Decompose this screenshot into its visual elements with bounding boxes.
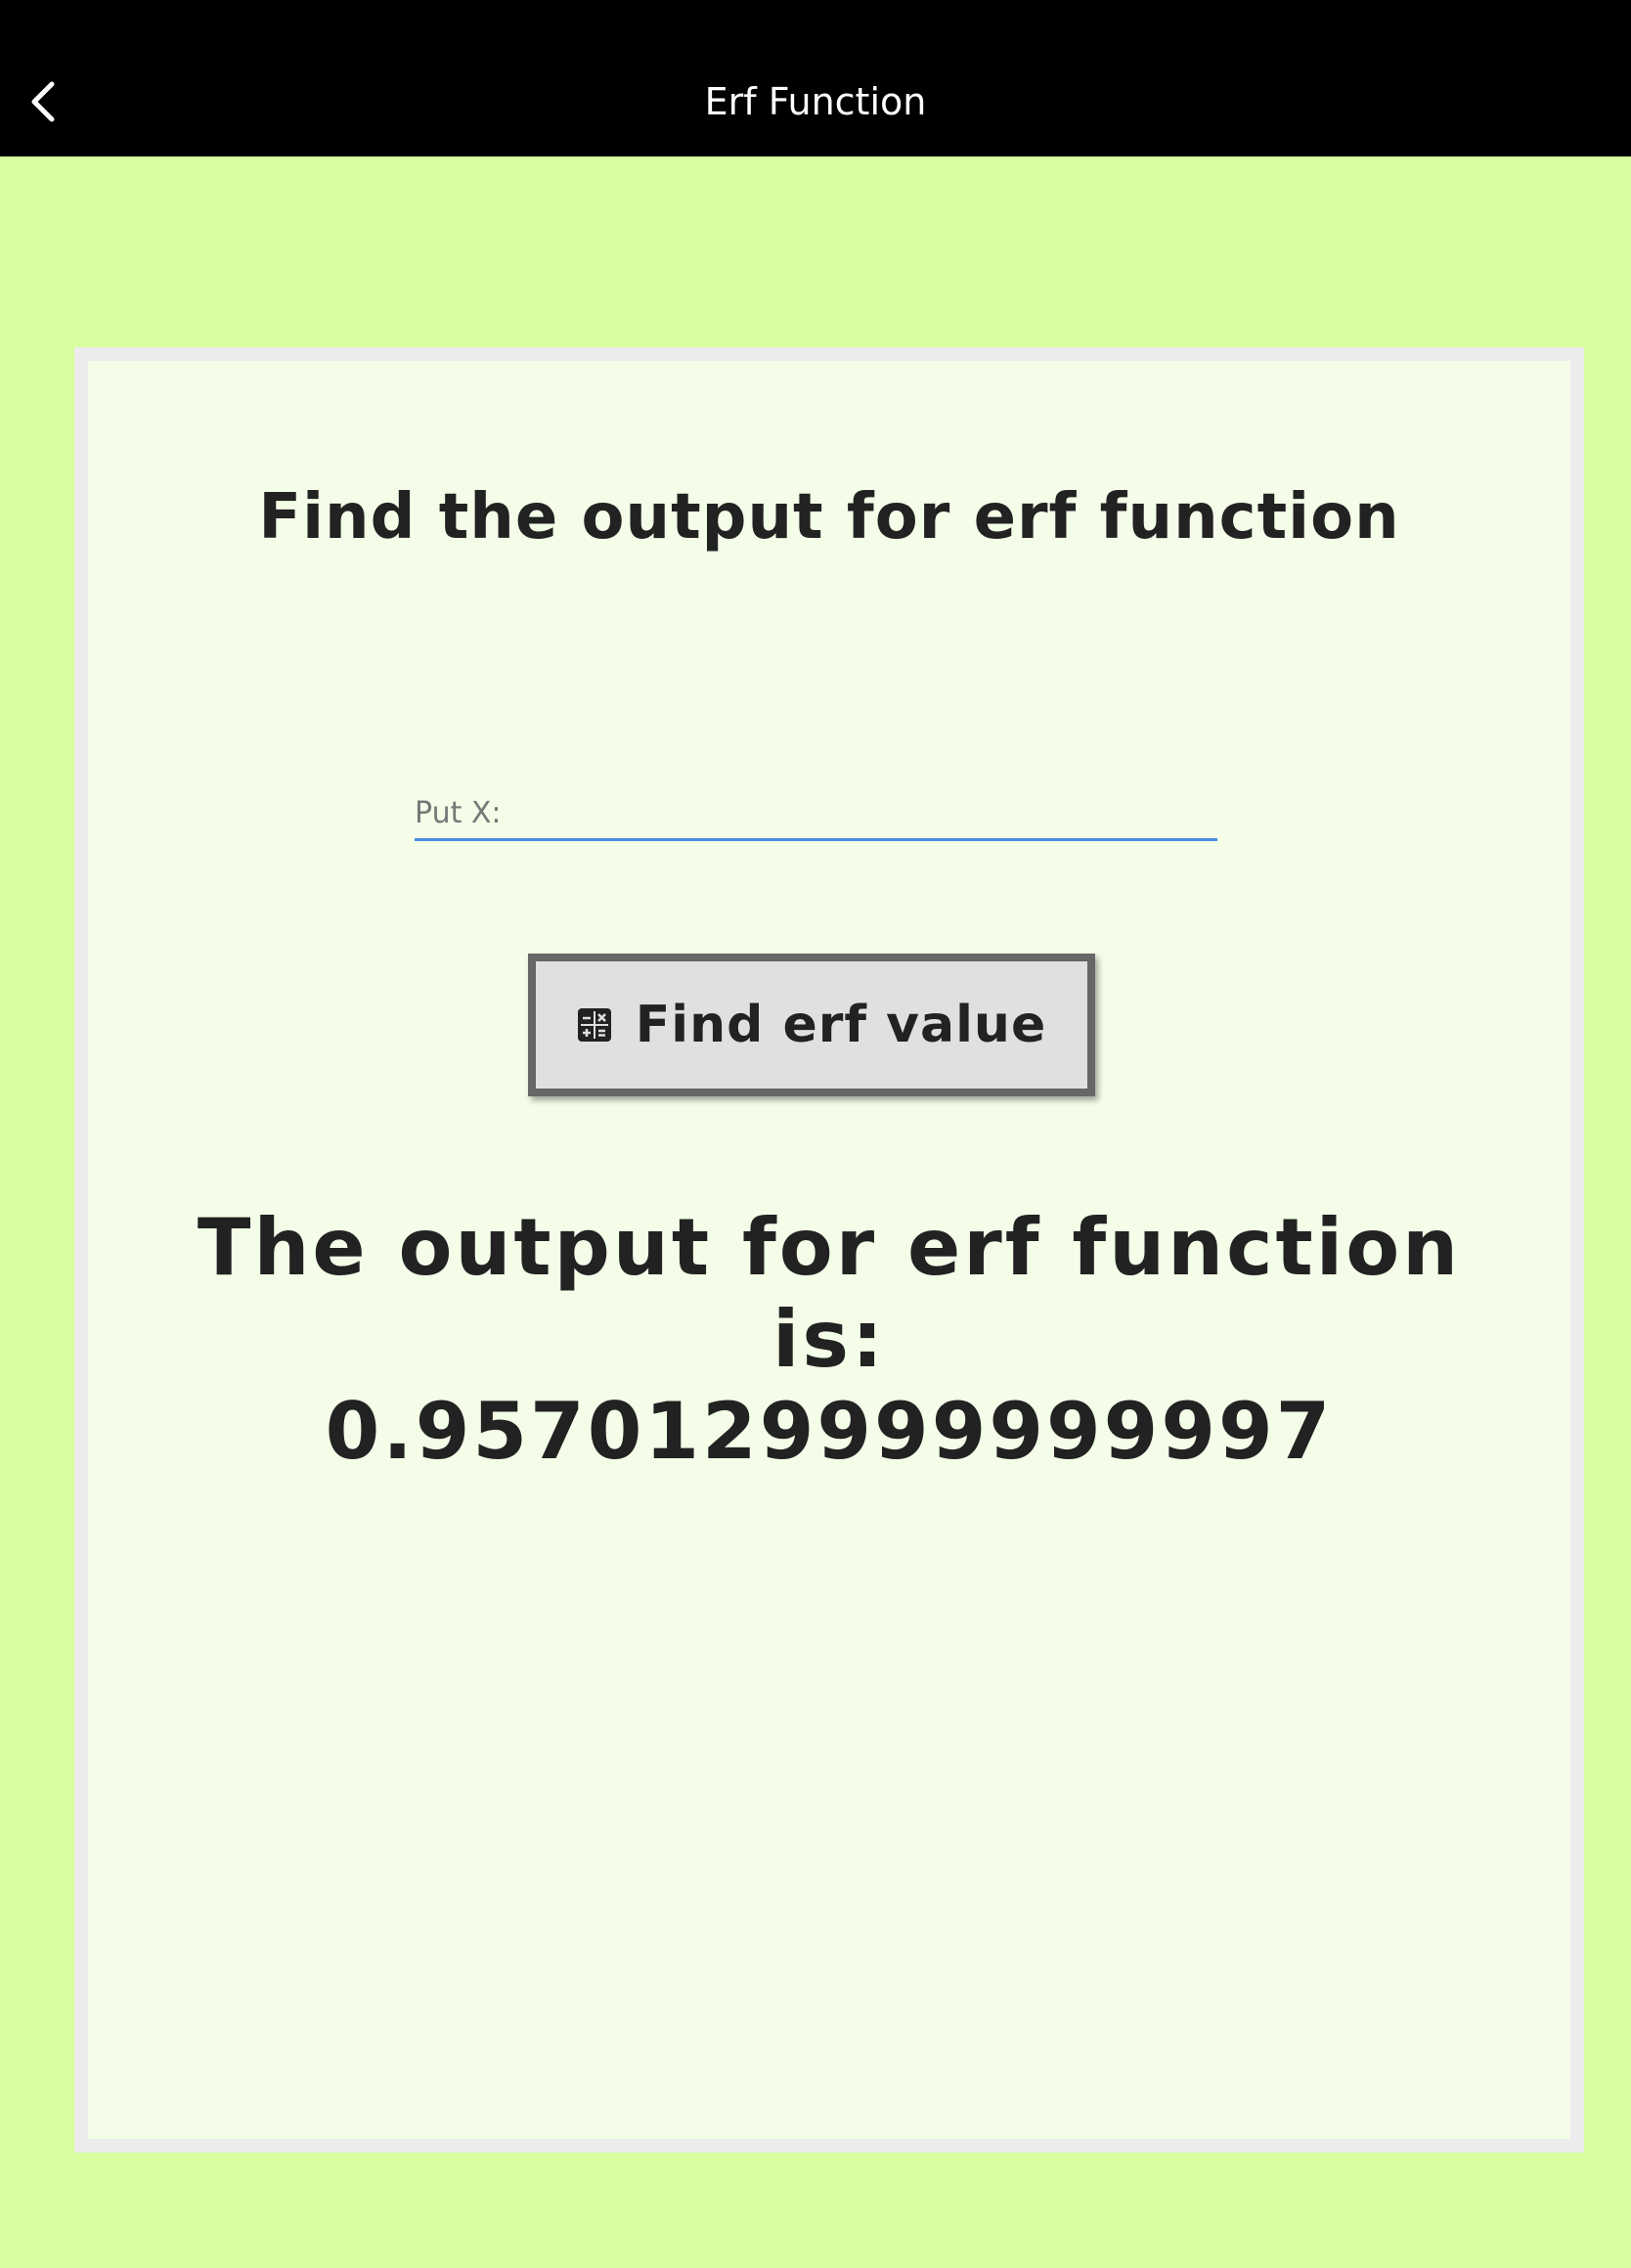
calculator-icon (577, 1008, 611, 1042)
result-label-line2: is: (771, 1294, 887, 1385)
app-title: Erf Function (704, 80, 927, 123)
result-text: The output for erf function is: 0.957012… (88, 1202, 1570, 1478)
result-value: 0.9570129999999997 (325, 1386, 1334, 1477)
x-input[interactable] (415, 760, 1217, 838)
find-erf-button[interactable]: Find erf value (528, 954, 1095, 1096)
app-bar: Erf Function (0, 0, 1631, 156)
find-erf-button-label: Find erf value (635, 996, 1047, 1054)
erf-card: Find the output for erf function Find er… (74, 347, 1584, 2153)
x-input-field[interactable] (415, 760, 1217, 841)
card-heading: Find the output for erf function (258, 481, 1400, 554)
result-label-line1: The output for erf function (197, 1202, 1462, 1293)
